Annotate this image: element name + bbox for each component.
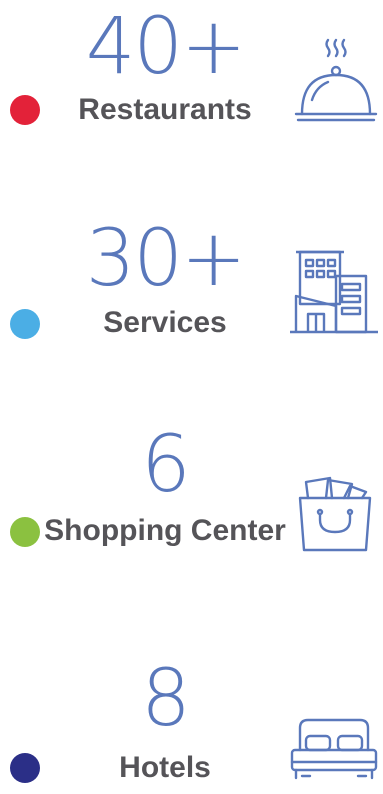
bullet-dot <box>10 753 40 783</box>
stat-hotels: 8 Hotels <box>0 0 383 786</box>
stat-label: Hotels <box>119 751 211 784</box>
stat-number: 8 <box>141 654 191 744</box>
bed-icon <box>286 698 382 794</box>
